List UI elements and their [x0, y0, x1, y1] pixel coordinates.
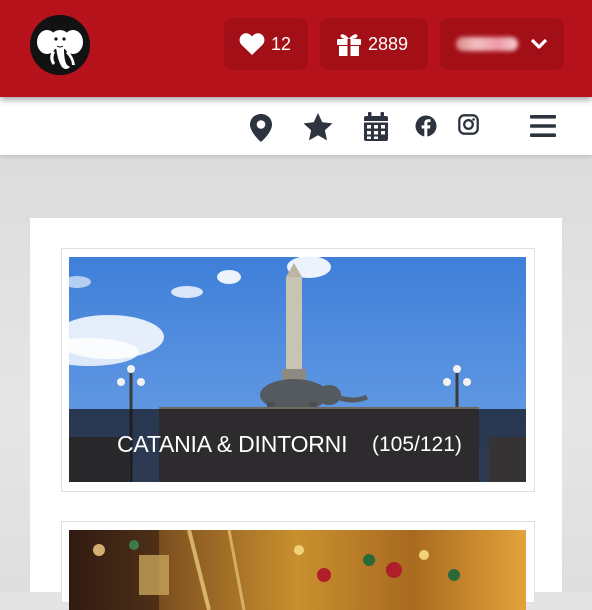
likes-button[interactable]: 12 [224, 18, 308, 70]
category-card-catania[interactable]: CATANIA & DINTORNI (105/121) [61, 248, 535, 492]
star-icon[interactable] [302, 112, 334, 142]
category-card-2[interactable] [61, 521, 535, 610]
gifts-count: 2889 [368, 33, 409, 54]
gift-icon [337, 34, 361, 56]
elephant-logo-icon[interactable] [30, 15, 90, 75]
username-blurred [456, 37, 518, 51]
user-menu-button[interactable] [440, 18, 564, 70]
category-title: CATANIA & DINTORNI [117, 431, 348, 457]
category-image-2 [69, 530, 526, 610]
top-header: 12 2889 [0, 0, 592, 97]
secondary-nav [0, 97, 592, 155]
facebook-icon[interactable] [415, 115, 437, 137]
menu-icon[interactable] [530, 115, 556, 137]
instagram-icon[interactable] [458, 114, 479, 135]
map-marker-icon[interactable] [249, 113, 273, 143]
chevron-down-icon [530, 38, 548, 49]
heart-icon [239, 33, 265, 55]
category-image-catania: CATANIA & DINTORNI (105/121) [69, 257, 526, 482]
likes-count: 12 [271, 33, 292, 54]
gifts-button[interactable]: 2889 [320, 18, 428, 70]
category-caption: CATANIA & DINTORNI (105/121) [69, 409, 526, 482]
category-count: (105/121) [372, 433, 462, 456]
calendar-icon[interactable] [363, 112, 389, 142]
